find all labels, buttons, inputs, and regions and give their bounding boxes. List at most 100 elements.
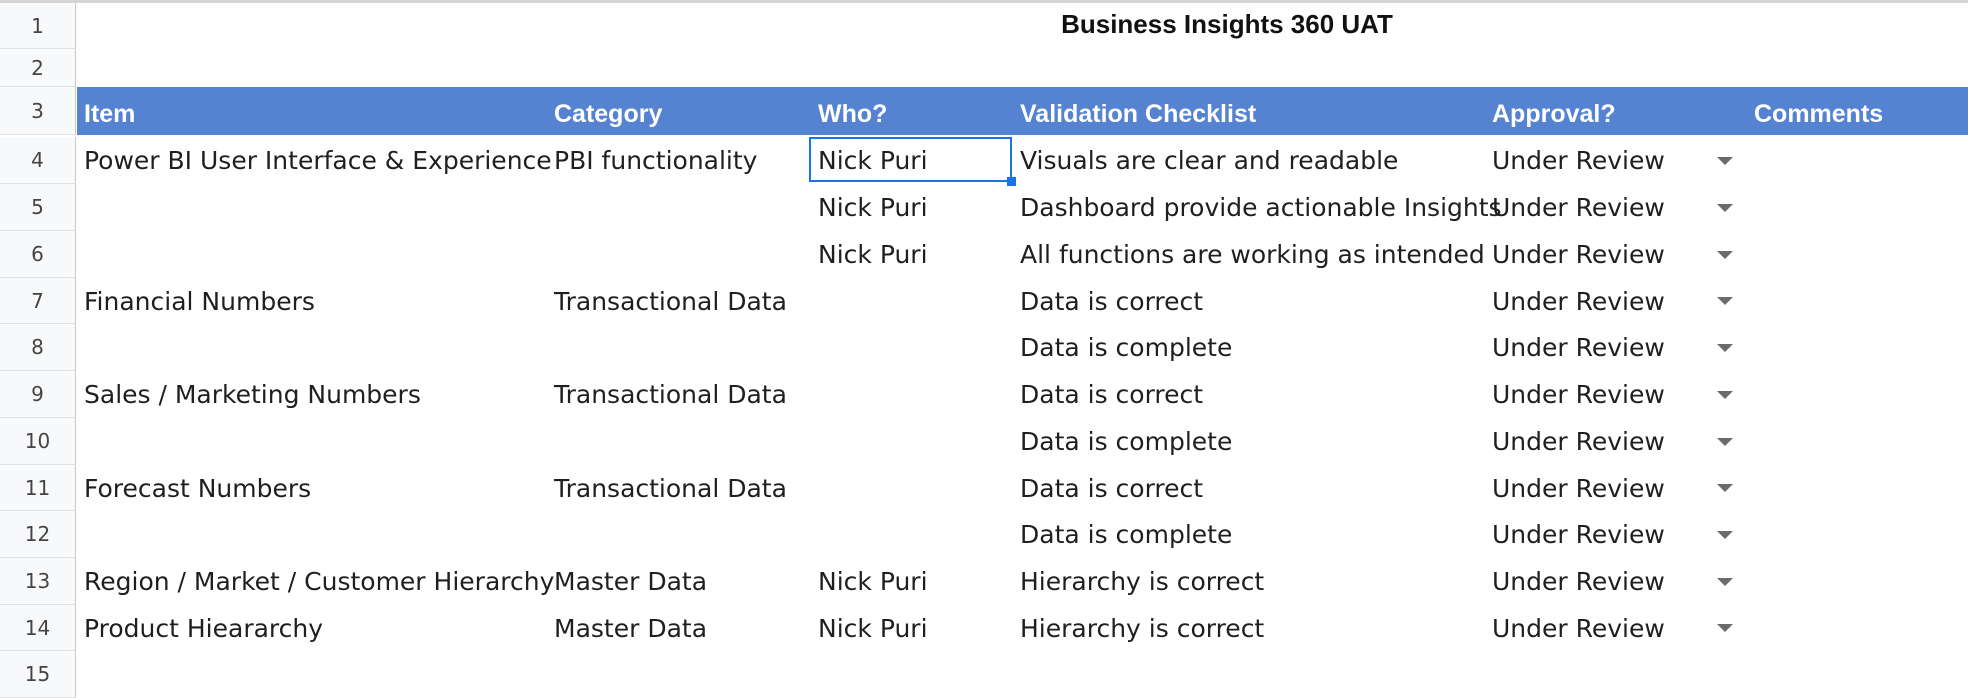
cell-category[interactable] (547, 418, 811, 465)
cell-who[interactable] (811, 371, 1013, 418)
row-number[interactable]: 13 (0, 558, 76, 605)
chevron-down-icon[interactable] (1717, 624, 1733, 632)
cell-approval[interactable]: Under Review (1485, 137, 1747, 184)
cell-category[interactable]: Transactional Data (547, 278, 811, 324)
cell-approval[interactable]: Under Review (1485, 278, 1747, 324)
cell-category[interactable]: Transactional Data (547, 371, 811, 418)
header-approval[interactable]: Approval? (1485, 87, 1747, 135)
header-checklist[interactable]: Validation Checklist (1013, 87, 1485, 135)
cell-item[interactable] (77, 231, 547, 278)
cell-category[interactable]: Transactional Data (547, 465, 811, 511)
cell-comments[interactable] (1747, 137, 1957, 184)
header-category[interactable]: Category (547, 87, 811, 135)
selected-cell[interactable] (809, 137, 1012, 182)
cell-approval[interactable]: Under Review (1485, 465, 1747, 511)
cell-item[interactable] (77, 418, 547, 465)
row-number[interactable]: 3 (0, 87, 76, 135)
cell-category[interactable] (547, 184, 811, 231)
chevron-down-icon[interactable] (1717, 344, 1733, 352)
row-number[interactable]: 1 (0, 3, 76, 49)
chevron-down-icon[interactable] (1717, 484, 1733, 492)
cell-checklist[interactable]: Dashboard provide actionable Insights (1013, 184, 1502, 231)
cell-comments[interactable] (1747, 278, 1957, 324)
cell-comments[interactable] (1747, 418, 1957, 465)
header-comments[interactable]: Comments (1747, 87, 1957, 135)
cell-approval[interactable]: Under Review (1485, 511, 1747, 558)
row-number[interactable]: 4 (0, 137, 76, 184)
cell-comments[interactable] (1747, 558, 1957, 605)
cell-who[interactable] (811, 465, 1013, 511)
cell-approval[interactable]: Under Review (1485, 324, 1747, 371)
cell-comments[interactable] (1747, 511, 1957, 558)
cell-item[interactable] (77, 184, 547, 231)
cell-approval[interactable]: Under Review (1485, 605, 1747, 651)
cell-checklist[interactable]: All functions are working as intended (1013, 231, 1485, 278)
cell-comments[interactable] (1747, 605, 1957, 651)
cell-checklist[interactable]: Data is complete (1013, 511, 1485, 558)
chevron-down-icon[interactable] (1717, 204, 1733, 212)
cell-checklist[interactable]: Data is complete (1013, 418, 1485, 465)
cell-checklist[interactable]: Data is correct (1013, 465, 1485, 511)
cell-who[interactable]: Nick Puri (811, 231, 1013, 278)
cell-comments[interactable] (1747, 371, 1957, 418)
row-number[interactable]: 14 (0, 605, 76, 651)
header-item[interactable]: Item (77, 87, 547, 135)
cell-approval[interactable]: Under Review (1485, 184, 1747, 231)
row-number[interactable]: 15 (0, 651, 76, 698)
cell-item[interactable]: Region / Market / Customer Hierarchy (77, 558, 554, 605)
cell-who[interactable]: Nick Puri (811, 605, 1013, 651)
cell-who[interactable] (811, 418, 1013, 465)
row-number[interactable]: 2 (0, 49, 76, 87)
chevron-down-icon[interactable] (1717, 157, 1733, 165)
sheet-title[interactable]: Business Insights 360 UAT (77, 9, 1968, 40)
cell-checklist[interactable]: Data is correct (1013, 278, 1485, 324)
cell-comments[interactable] (1747, 231, 1957, 278)
cell-checklist[interactable]: Data is complete (1013, 324, 1485, 371)
cell-who[interactable]: Nick Puri (811, 184, 1013, 231)
chevron-down-icon[interactable] (1717, 438, 1733, 446)
cell-category[interactable]: PBI functionality (547, 137, 811, 184)
cell-approval[interactable]: Under Review (1485, 231, 1747, 278)
row-number[interactable]: 11 (0, 465, 76, 511)
cell-approval[interactable]: Under Review (1485, 558, 1747, 605)
row-number[interactable]: 8 (0, 324, 76, 371)
row-number[interactable]: 10 (0, 418, 76, 465)
cell-item[interactable]: Financial Numbers (77, 278, 547, 324)
cell-item[interactable]: Sales / Marketing Numbers (77, 371, 547, 418)
cell-category[interactable] (547, 231, 811, 278)
cell-who[interactable] (811, 324, 1013, 371)
cell-checklist[interactable]: Visuals are clear and readable (1013, 137, 1485, 184)
cell-checklist[interactable]: Hierarchy is correct (1013, 558, 1485, 605)
chevron-down-icon[interactable] (1717, 297, 1733, 305)
cell-item[interactable]: Product Hieararchy (77, 605, 547, 651)
fill-handle[interactable] (1007, 177, 1016, 186)
cell-comments[interactable] (1747, 324, 1957, 371)
row-number[interactable]: 9 (0, 371, 76, 418)
row-number[interactable]: 12 (0, 511, 76, 558)
cell-item[interactable]: Power BI User Interface & Experience (77, 137, 552, 184)
cell-item[interactable] (77, 324, 547, 371)
row-number[interactable]: 5 (0, 184, 76, 231)
cell-comments[interactable] (1747, 465, 1957, 511)
cell-checklist[interactable]: Hierarchy is correct (1013, 605, 1485, 651)
row-number[interactable]: 7 (0, 278, 76, 324)
chevron-down-icon[interactable] (1717, 578, 1733, 586)
chevron-down-icon[interactable] (1717, 531, 1733, 539)
cell-item[interactable]: Forecast Numbers (77, 465, 547, 511)
cell-who[interactable] (811, 278, 1013, 324)
cell-item[interactable] (77, 511, 547, 558)
chevron-down-icon[interactable] (1717, 251, 1733, 259)
cell-approval[interactable]: Under Review (1485, 371, 1747, 418)
cell-comments[interactable] (1747, 184, 1957, 231)
cell-who[interactable] (811, 511, 1013, 558)
cell-category[interactable] (547, 511, 811, 558)
cell-category[interactable] (547, 324, 811, 371)
header-who[interactable]: Who? (811, 87, 1013, 135)
chevron-down-icon[interactable] (1717, 391, 1733, 399)
cell-category[interactable]: Master Data (547, 558, 811, 605)
cell-who[interactable]: Nick Puri (811, 558, 1013, 605)
cell-approval[interactable]: Under Review (1485, 418, 1747, 465)
row-number[interactable]: 6 (0, 231, 76, 278)
cell-category[interactable]: Master Data (547, 605, 811, 651)
cell-checklist[interactable]: Data is correct (1013, 371, 1485, 418)
